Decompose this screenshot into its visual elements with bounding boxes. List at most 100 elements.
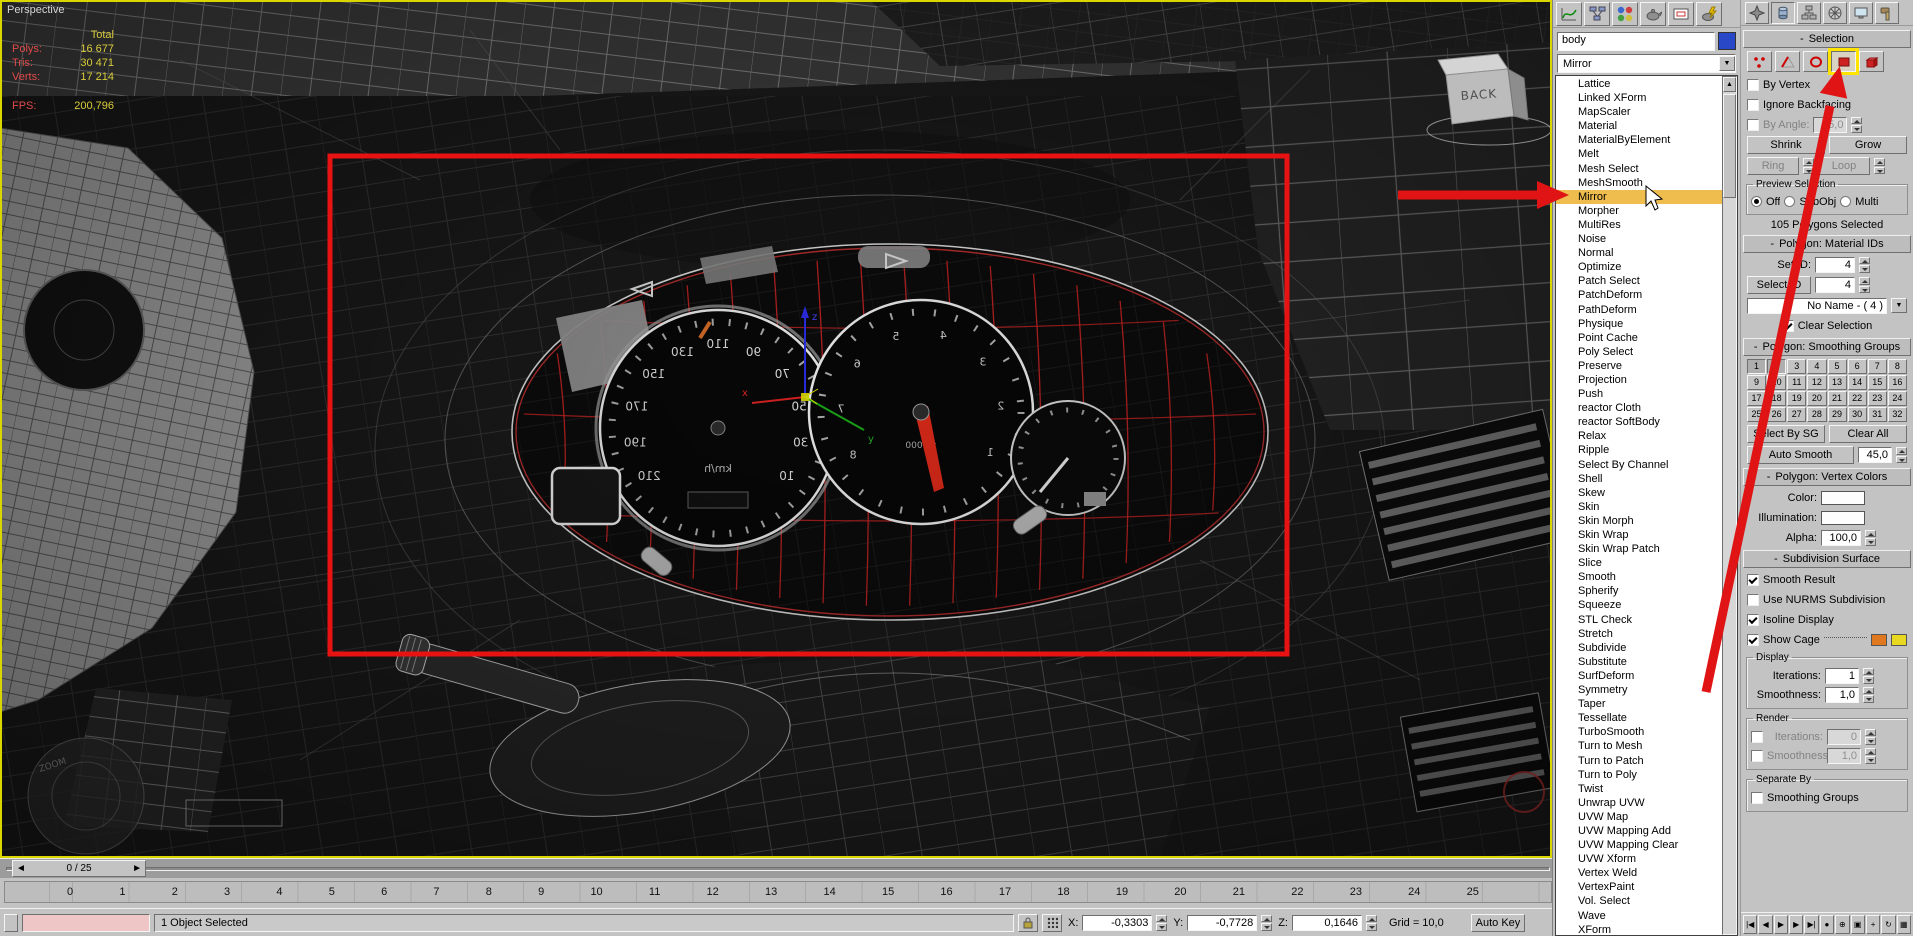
modifier-list-item[interactable]: Linked XForm — [1556, 91, 1737, 105]
hierarchy-tab-icon[interactable] — [1797, 1, 1821, 24]
modifier-list-item[interactable]: Skew — [1556, 486, 1737, 500]
by-angle-checkbox[interactable] — [1747, 118, 1759, 131]
next-frame-button[interactable]: ▶ — [1789, 915, 1804, 934]
modifier-list-item[interactable]: Twist — [1556, 782, 1737, 796]
preview-subobj-radio[interactable] — [1784, 196, 1796, 207]
smoothness-spinner[interactable] — [1863, 686, 1874, 703]
ring-spinner[interactable] — [1803, 158, 1814, 174]
modifier-list-item[interactable]: reactor Cloth — [1556, 401, 1737, 415]
y-spinner[interactable] — [1261, 914, 1273, 931]
smoothing-group-button[interactable]: 20 — [1807, 391, 1827, 406]
smoothing-group-button[interactable]: 27 — [1787, 407, 1807, 422]
pan-tool[interactable]: + — [1865, 915, 1881, 934]
ignore-backfacing-checkbox[interactable] — [1747, 98, 1759, 111]
modifier-list-item[interactable]: Stretch — [1556, 627, 1737, 641]
modifier-list-item[interactable]: Subdivide — [1556, 641, 1737, 655]
render-smoothness-field[interactable]: 1,0 — [1827, 747, 1861, 764]
render-iterations-checkbox[interactable] — [1751, 730, 1763, 743]
scrollbar-up-arrow-icon[interactable]: ▲ — [1723, 77, 1736, 92]
modifier-list-item[interactable]: Mirror — [1556, 189, 1737, 204]
modifier-list-item[interactable]: Taper — [1556, 697, 1737, 711]
auto-smooth-field[interactable]: 45,0 — [1858, 447, 1892, 463]
smoothing-group-button[interactable]: 14 — [1847, 375, 1867, 390]
modifier-list-item[interactable]: Patch Select — [1556, 274, 1737, 288]
modifier-list-item[interactable]: MapScaler — [1556, 105, 1737, 119]
smoothing-group-button[interactable]: 28 — [1807, 407, 1827, 422]
border-subobject-button[interactable] — [1803, 51, 1828, 72]
zoom-tool[interactable]: ⊕ — [1835, 915, 1850, 934]
frame-back-arrow-icon[interactable]: ◄ — [16, 863, 26, 874]
modifier-list-item[interactable]: Melt — [1556, 147, 1737, 161]
smoothing-group-button[interactable]: 12 — [1807, 375, 1827, 390]
smoothing-group-button[interactable]: 22 — [1847, 391, 1867, 406]
modifier-list-item[interactable]: Turn to Patch — [1556, 754, 1737, 768]
object-name-field[interactable]: body — [1557, 32, 1715, 51]
smoothing-group-button[interactable]: 31 — [1867, 407, 1887, 422]
iterations-spinner[interactable] — [1863, 667, 1874, 684]
smoothing-group-button[interactable]: 7 — [1867, 359, 1887, 374]
material-editor-icon[interactable] — [1612, 1, 1638, 26]
modifier-list-item[interactable]: Mesh Select — [1556, 162, 1737, 176]
modifier-list-item[interactable]: Smooth — [1556, 570, 1737, 584]
smoothing-group-button[interactable]: 17 — [1747, 391, 1767, 406]
modifier-list-item[interactable]: Select By Channel — [1556, 458, 1737, 472]
modifier-list-item[interactable]: XForm — [1556, 923, 1737, 935]
previous-frame-button[interactable]: ◀ — [1758, 915, 1773, 934]
isoline-display-checkbox[interactable] — [1747, 613, 1759, 626]
track-bar-ruler[interactable]: 0 1 2 3 4 5 6 7 8 9 10 11 12 13 14 15 16 17 18 19 20 21 22 23 24… — [4, 881, 1552, 903]
select-id-spinner[interactable] — [1859, 277, 1870, 293]
smoothing-group-button[interactable]: 13 — [1827, 375, 1847, 390]
polygon-subobject-button[interactable] — [1828, 48, 1859, 75]
perspective-viewport[interactable]: ZOOM 1030507090110130150170190210 km/h — [0, 0, 1573, 858]
modifier-list-item[interactable]: Preserve — [1556, 359, 1737, 373]
auto-key-button[interactable]: Auto Key — [1470, 913, 1525, 932]
by-vertex-checkbox[interactable] — [1747, 78, 1759, 91]
go-to-start-button[interactable]: |◀ — [1743, 915, 1758, 934]
smoothing-group-button[interactable]: 4 — [1807, 359, 1827, 374]
modify-tab-icon[interactable] — [1771, 1, 1795, 24]
viewport-label[interactable]: Perspective — [7, 4, 64, 16]
modifier-list-item[interactable]: Ripple — [1556, 443, 1737, 457]
alpha-spinner[interactable] — [1865, 529, 1876, 546]
modifier-list-item[interactable]: Substitute — [1556, 655, 1737, 669]
zoom-extents-tool[interactable]: ▣ — [1850, 915, 1865, 934]
vertex-colors-rollout-header[interactable]: - Polygon: Vertex Colors — [1743, 468, 1911, 486]
modifier-list-item[interactable]: Wave — [1556, 909, 1737, 923]
alpha-field[interactable]: 100,0 — [1821, 529, 1861, 546]
scrollbar-thumb[interactable] — [1723, 94, 1736, 198]
render-type-icon[interactable] — [1668, 1, 1694, 26]
modifier-list-item[interactable]: Skin Wrap Patch — [1556, 542, 1737, 556]
modifier-list-item[interactable]: Skin Morph — [1556, 514, 1737, 528]
key-mode-toggle[interactable]: ● — [1819, 915, 1835, 934]
material-name-dropdown-arrow-icon[interactable]: ▼ — [1891, 298, 1907, 313]
render-smoothness-spinner[interactable] — [1865, 747, 1876, 764]
track-bar[interactable]: 0 1 2 3 4 5 6 7 8 9 10 11 12 13 14 15 16 17 18 19 20 21 22 23 24… — [0, 878, 1556, 908]
smoothing-group-button[interactable]: 10 — [1767, 375, 1787, 390]
cage-selected-color-swatch[interactable] — [1891, 633, 1907, 646]
modifier-list-item[interactable]: Lattice — [1556, 77, 1737, 91]
modifier-list-item[interactable]: UVW Map — [1556, 810, 1737, 824]
shrink-button[interactable]: Shrink — [1747, 136, 1825, 154]
modifier-list-item[interactable]: Normal — [1556, 246, 1737, 260]
modifier-list-item[interactable]: Symmetry — [1556, 683, 1737, 697]
modifier-list-item[interactable]: Push — [1556, 387, 1737, 401]
arc-rotate-tool[interactable]: ↻ — [1881, 915, 1896, 934]
smoothing-group-button[interactable]: 6 — [1847, 359, 1867, 374]
modifier-list-item[interactable]: UVW Xform — [1556, 852, 1737, 866]
smooth-result-checkbox[interactable] — [1747, 573, 1759, 586]
smoothing-group-button[interactable]: 23 — [1867, 391, 1887, 406]
modifier-list-item[interactable]: Physique — [1556, 317, 1737, 331]
smoothing-group-button[interactable]: 32 — [1887, 407, 1907, 422]
z-coordinate-field[interactable]: 0,1646 — [1291, 914, 1362, 931]
smoothing-group-button[interactable]: 5 — [1827, 359, 1847, 374]
modifier-list-item[interactable]: STL Check — [1556, 613, 1737, 627]
smoothing-group-button[interactable]: 18 — [1767, 391, 1787, 406]
modifier-list-item[interactable]: Optimize — [1556, 260, 1737, 274]
illumination-color-swatch[interactable] — [1821, 510, 1865, 525]
modifier-list-item[interactable]: Projection — [1556, 373, 1737, 387]
smoothing-group-button[interactable]: 29 — [1827, 407, 1847, 422]
absolute-relative-coord-toggle[interactable] — [1042, 913, 1062, 932]
modifier-list-item[interactable]: Squeeze — [1556, 598, 1737, 612]
auto-smooth-spinner[interactable] — [1896, 447, 1907, 463]
modifier-list-item[interactable]: UVW Mapping Clear — [1556, 838, 1737, 852]
